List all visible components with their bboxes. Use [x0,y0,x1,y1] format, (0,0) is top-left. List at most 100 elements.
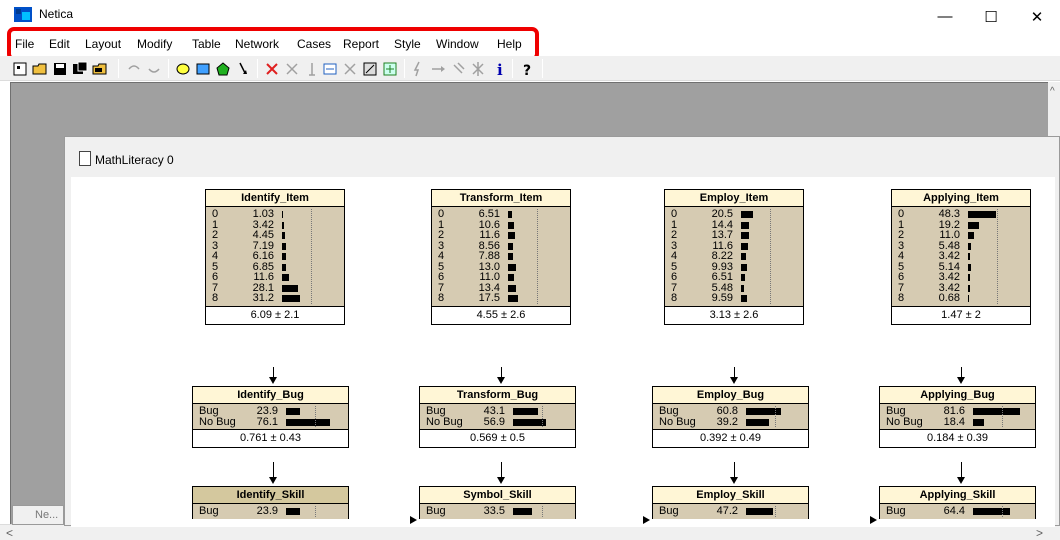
state-row[interactable]: 0 20.5 [665,209,803,220]
state-row[interactable]: Bug 60.8 [653,406,808,417]
bar-guideline [997,209,998,304]
state-row[interactable]: Bug 64.4 [880,506,1035,517]
state-row[interactable]: 2 11.0 [892,230,1030,241]
state-label: 3 [212,239,219,252]
minimized-window-tab[interactable]: Ne... [12,505,64,525]
remove-findings-icon[interactable] [264,61,280,77]
state-row[interactable]: Bug 33.5 [420,506,575,517]
pin-icon[interactable] [450,61,466,77]
state-row[interactable]: 8 31.2 [206,293,344,304]
state-row[interactable]: 6 6.51 [665,272,803,283]
node-transform-item[interactable]: Transform_Item 0 6.51 1 10.6 2 11.6 3 8.56 4 7.88 5… [431,189,571,325]
state-row[interactable]: Bug 43.1 [420,406,575,417]
state-row[interactable]: 0 6.51 [432,209,570,220]
state-row[interactable]: 4 6.16 [206,251,344,262]
node-employ-bug[interactable]: Employ_Bug Bug 60.8 No Bug 39.2 0.392 ± 0.49 [652,386,809,448]
add-link-icon[interactable] [235,61,251,77]
state-row[interactable]: 7 13.4 [432,282,570,293]
state-row[interactable]: 8 0.68 [892,293,1030,304]
link-arrowhead [730,477,738,484]
state-row[interactable]: 2 13.7 [665,230,803,241]
state-row[interactable]: 5 6.85 [206,261,344,272]
state-row[interactable]: 4 8.22 [665,251,803,262]
state-row[interactable]: No Bug 76.1 [193,416,348,427]
save-as-icon[interactable] [72,61,88,77]
help-icon[interactable]: ? [520,61,536,77]
link-line [501,462,502,478]
state-row[interactable]: Bug 81.6 [880,406,1035,417]
state-row[interactable]: 7 3.42 [892,282,1030,293]
scroll-up-icon[interactable]: ^ [1050,86,1055,97]
state-row[interactable]: 3 5.48 [892,239,1030,252]
node-title: Identify_Bug [193,387,348,404]
node-employ-item[interactable]: Employ_Item 0 20.5 1 14.4 2 13.7 3 11.6 4 8.22 5 9.9… [664,189,804,325]
absorb-node-icon[interactable] [342,61,358,77]
state-probability: 64.4 [943,505,965,517]
state-row[interactable]: 8 17.5 [432,293,570,304]
new-network-icon[interactable] [12,61,28,77]
state-row[interactable]: No Bug 18.4 [880,416,1035,427]
belief-bars: Bug 33.5 [420,504,575,519]
state-row[interactable]: 6 11.0 [432,272,570,283]
state-row[interactable]: 6 11.6 [206,272,344,283]
state-row[interactable]: 1 19.2 [892,219,1030,230]
state-row[interactable]: 5 5.14 [892,261,1030,272]
belief-bar [741,284,744,292]
lightning-icon[interactable] [410,61,426,77]
close-button[interactable]: ✕ [1014,0,1060,33]
state-probability: 5.48 [938,239,960,252]
state-row[interactable]: 0 48.3 [892,209,1030,220]
state-row[interactable]: No Bug 56.9 [420,416,575,427]
open-file-icon[interactable] [32,61,48,77]
state-row[interactable]: 2 4.45 [206,230,344,241]
star-icon[interactable] [470,61,486,77]
scroll-left-icon[interactable]: < [6,526,13,540]
state-row[interactable]: 5 13.0 [432,261,570,272]
state-row[interactable]: 3 11.6 [665,240,803,251]
sensitivity-icon[interactable] [362,61,378,77]
state-row[interactable]: Bug 23.9 [193,406,348,417]
state-row[interactable]: Bug 23.9 [193,506,348,517]
node-identify-bug[interactable]: Identify_Bug Bug 23.9 No Bug 76.1 0.761 ± 0.4… [192,386,349,448]
state-row[interactable]: 8 9.59 [665,293,803,304]
state-row[interactable]: 2 11.6 [432,230,570,241]
state-row[interactable]: No Bug 39.2 [653,416,808,427]
node-employ-skill[interactable]: Employ_Skill Bug 47.2 [652,486,809,519]
node-symbol-skill[interactable]: Symbol_Skill Bug 33.5 [419,486,576,519]
state-row[interactable]: 7 5.48 [665,282,803,293]
node-transform-bug[interactable]: Transform_Bug Bug 43.1 No Bug 56.9 0.569 ± 0.… [419,386,576,448]
remove-link-icon[interactable] [284,61,300,77]
state-row[interactable]: Bug 47.2 [653,506,808,517]
scroll-right-icon[interactable]: > [1036,526,1043,540]
node-identify-skill[interactable]: Identify_Skill Bug 23.9 [192,486,349,519]
node-applying-item[interactable]: Applying_Item 0 48.3 1 19.2 2 11.0 3 5.48 4 3.42 5 5… [891,189,1031,325]
state-row[interactable]: 1 3.42 [206,219,344,230]
state-row[interactable]: 3 8.56 [432,240,570,251]
state-row[interactable]: 6 3.42 [892,272,1030,283]
node-applying-skill[interactable]: Applying_Skill Bug 64.4 [879,486,1036,519]
redo-icon[interactable] [146,61,162,77]
state-row[interactable]: 3 7.19 [206,239,344,252]
optimize-icon[interactable] [382,61,398,77]
undo-icon[interactable] [126,61,142,77]
node-applying-bug[interactable]: Applying_Bug Bug 81.6 No Bug 18.4 0.184 ± 0.3… [879,386,1036,448]
state-row[interactable]: 4 7.88 [432,251,570,262]
table-icon[interactable] [304,61,320,77]
minimize-button[interactable]: — [922,0,968,33]
maximize-button[interactable]: ☐ [968,0,1014,33]
info-icon[interactable]: i [492,61,508,77]
add-nature-node-icon[interactable] [175,61,191,77]
open-folder-icon[interactable] [92,61,108,77]
state-row[interactable]: 7 28.1 [206,282,344,293]
add-utility-node-icon[interactable] [215,61,231,77]
state-row[interactable]: 5 9.93 [665,261,803,272]
arrow-right-icon[interactable] [430,61,446,77]
state-row[interactable]: 1 10.6 [432,219,570,230]
add-decision-node-icon[interactable] [195,61,211,77]
node-identify-item[interactable]: Identify_Item 0 1.03 1 3.42 2 4.45 3 7.19 4 6.16 5 6… [205,189,345,325]
save-icon[interactable] [52,61,68,77]
compile-icon[interactable] [322,61,338,77]
state-row[interactable]: 0 1.03 [206,209,344,220]
state-row[interactable]: 1 14.4 [665,219,803,230]
state-row[interactable]: 4 3.42 [892,251,1030,262]
